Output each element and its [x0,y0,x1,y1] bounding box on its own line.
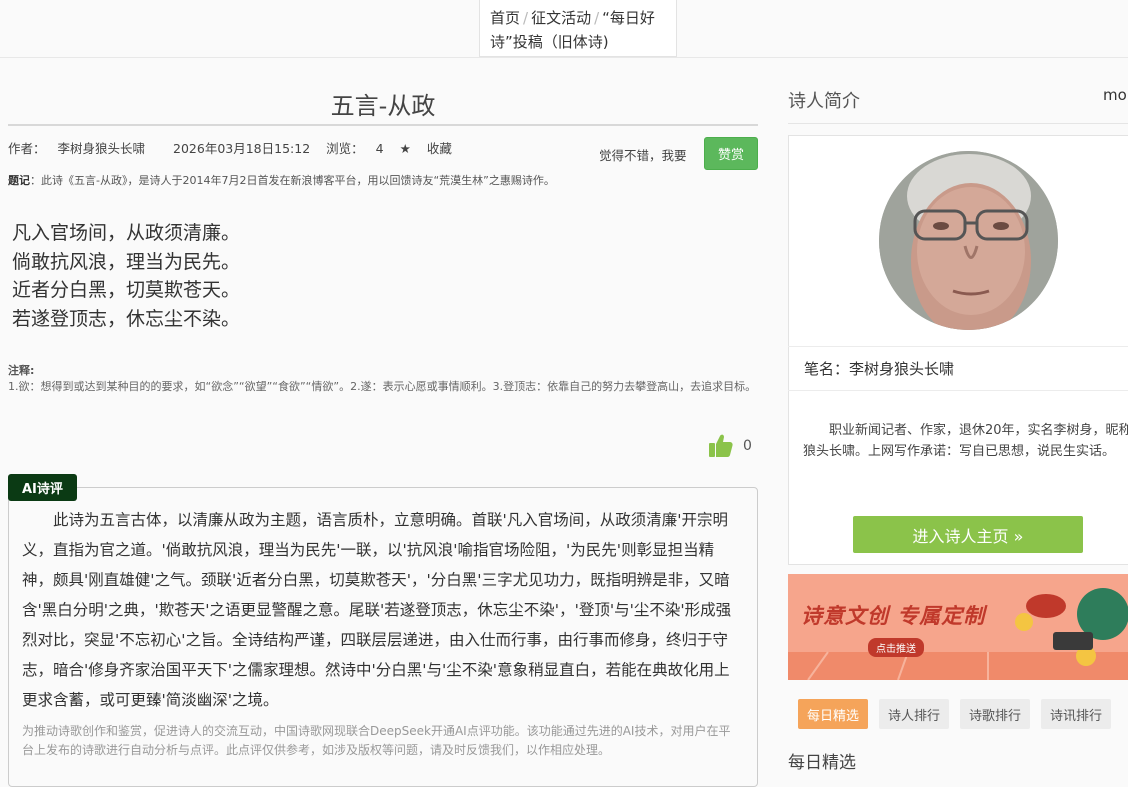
poem-meta: 作者： 李树身狼头长啸 2026年03月18日15:12 浏览： 4 ★ 收藏 [8,138,476,157]
poem-line: 近者分白黑，切莫欺苍天。 [12,279,241,301]
like-button[interactable]: 0 [709,434,752,457]
inscription-text: ：此诗《五言-从政》，是诗人于2014年7月2日首发在新浪博客平台，用以回馈诗友… [30,174,555,187]
favorite-button[interactable]: ★ 收藏 [400,141,464,156]
tab-poet-ranking[interactable]: 诗人排行 [879,699,950,729]
poet-home-button[interactable]: 进入诗人主页 » [853,516,1083,553]
inscription-label: 题记 [8,174,30,187]
favorite-label: 收藏 [426,141,452,156]
publish-datetime: 2026年03月18日15:12 [173,141,311,156]
banner-title: 诗意文创 专属定制 [801,604,986,628]
penname-label: 笔名： [804,360,850,378]
notes-label: 注释: [8,364,35,377]
card-divider [788,390,1128,391]
sidebar-title: 诗人简介 [788,91,860,112]
star-icon: ★ [399,141,411,156]
tab-news-ranking[interactable]: 诗讯排行 [1041,699,1112,729]
like-count: 0 [743,437,752,454]
poet-bio: 职业新闻记者、作家，退休20年，实名李树身，昵称狼头长啸。上网写作承诺：写自已思… [803,423,1128,459]
penname-value: 李树身狼头长啸 [849,360,955,378]
views-count: 4 [375,141,384,156]
breadcrumb-separator: / [594,9,600,27]
breadcrumb-separator: / [523,9,529,27]
poem-line: 倘敢抗风浪，理当为民先。 [12,250,241,273]
card-divider [788,346,1128,347]
poem-body: 凡入官场间，从政须清廉。 倘敢抗风浪，理当为民先。 近者分白黑，切莫欺苍天。 若… [12,219,240,333]
penname: 笔名：李树身狼头长啸 [804,358,954,379]
ai-review-text: 此诗为五言古体，以清廉从政为主题，语言质朴，立意明确。首联'凡入官场间，从政须清… [22,511,732,709]
inscription: 题记：此诗《五言-从政》，是诗人于2014年7月2日首发在新浪博客平台，用以回馈… [8,172,555,188]
more-link[interactable]: more [1103,86,1128,104]
breadcrumb: 首页 / 征文活动 / “每日好诗”投稿（旧体诗) [479,0,677,57]
tab-daily-picks[interactable]: 每日精选 [798,699,869,729]
ai-review-disclaimer: 为推动诗歌创作和鉴赏，促进诗人的交流互动，中国诗歌网现联合DeepSeek开通A… [22,724,731,757]
author-link[interactable]: 李树身狼头长啸 [58,141,146,156]
sidebar-divider [788,123,1128,124]
avatar-portrait-icon [879,151,1058,330]
poem-title: 五言-从政 [330,92,436,120]
praise-button[interactable]: 赞赏 [704,137,758,170]
title-divider [8,124,758,126]
views-label: 浏览： [326,141,364,156]
promo-banner[interactable]: 诗意文创 专属定制 点击推送 [788,574,1128,680]
avatar[interactable] [879,151,1058,330]
header-divider [0,57,1128,58]
poem-line: 若遂登顶志，休忘尘不染。 [12,307,241,330]
breadcrumb-activities[interactable]: 征文活动 [531,9,591,27]
thumbs-up-icon [709,434,733,457]
tab-poem-ranking[interactable]: 诗歌排行 [960,699,1031,729]
ai-review-tag: AI诗评 [8,474,77,501]
author-label: 作者： [8,141,46,156]
ranking-tabs: 每日精选 诗人排行 诗歌排行 诗讯排行 [798,699,1122,729]
daily-picks-heading: 每日精选 [788,753,856,773]
notes-text: 1.欲：想得到或达到某种目的的要求，如“欲念”“欲望”“食欲”“情欲”。2.遂：… [8,380,757,393]
banner-subtitle: 点击推送 [868,638,924,657]
praise-prompt: 觉得不错，我要 [599,148,687,163]
breadcrumb-home[interactable]: 首页 [490,9,520,27]
poem-line: 凡入官场间，从政须清廉。 [12,222,241,244]
